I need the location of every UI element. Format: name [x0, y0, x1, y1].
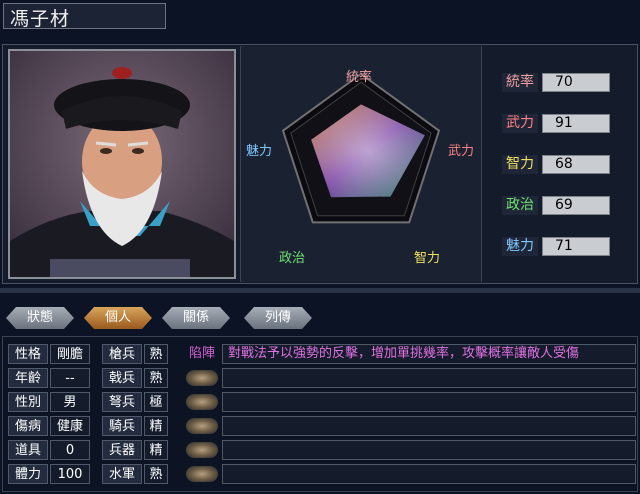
personality-label: 性格: [8, 344, 48, 364]
radar-label-left: 魅力: [246, 144, 273, 159]
age-label: 年齡: [8, 368, 48, 388]
items-value: 0: [50, 440, 90, 460]
radar-label-bottom-right: 智力: [414, 251, 441, 266]
spear-label: 槍兵: [102, 344, 142, 364]
stat-value-charm: 71: [542, 237, 610, 256]
skill-name[interactable]: 陷陣: [184, 344, 220, 364]
stat-value-politics: 69: [542, 196, 610, 215]
stat-label-leadership: 統率: [502, 73, 538, 92]
health-label: 傷病: [8, 416, 48, 436]
personality-value: 剛膽: [50, 344, 90, 364]
tab-relations[interactable]: 關係: [162, 307, 230, 329]
divider: [0, 288, 640, 293]
navy-value: 熟: [144, 464, 168, 484]
health-value: 健康: [50, 416, 90, 436]
stamina-label: 體力: [8, 464, 48, 484]
radar-label-bottom-left: 政治: [279, 251, 306, 266]
tab-status[interactable]: 狀態: [6, 307, 74, 329]
empty-skill-icon: [186, 394, 218, 410]
gender-value: 男: [50, 392, 90, 412]
crossbow-value: 極: [144, 392, 168, 412]
stat-value-leadership: 70: [542, 73, 610, 92]
stamina-value: 100: [50, 464, 90, 484]
spear-value: 熟: [144, 344, 168, 364]
stat-label-politics: 政治: [502, 196, 538, 215]
halberd-label: 戟兵: [102, 368, 142, 388]
radar-label-right: 武力: [448, 144, 475, 159]
tab-biography[interactable]: 列傳: [244, 307, 312, 329]
siege-label: 兵器: [102, 440, 142, 460]
empty-skill-icon: [186, 370, 218, 386]
tab-personal[interactable]: 個人: [84, 307, 152, 329]
crossbow-label: 弩兵: [102, 392, 142, 412]
skill-row-empty: [222, 416, 636, 436]
items-label: 道具: [8, 440, 48, 460]
halberd-value: 熟: [144, 368, 168, 388]
cavalry-label: 騎兵: [102, 416, 142, 436]
stat-value-war: 91: [542, 114, 610, 133]
cavalry-value: 精: [144, 416, 168, 436]
skill-row-empty: [222, 464, 636, 484]
empty-skill-icon: [186, 442, 218, 458]
character-name: 馮子材: [10, 8, 71, 30]
stat-label-intelligence: 智力: [502, 155, 538, 174]
skill-row-empty: [222, 440, 636, 460]
empty-skill-icon: [186, 418, 218, 434]
radar-label-top: 統率: [346, 70, 373, 85]
siege-value: 精: [144, 440, 168, 460]
stat-label-charm: 魅力: [502, 237, 538, 256]
gender-label: 性別: [8, 392, 48, 412]
character-portrait: [8, 49, 236, 279]
skill-description: 對戰法予以強勢的反擊，增加單挑幾率，攻擊概率讓敵人受傷: [228, 346, 580, 361]
age-value: --: [50, 368, 90, 388]
skill-row-empty: [222, 392, 636, 412]
navy-label: 水軍: [102, 464, 142, 484]
stat-value-intelligence: 68: [542, 155, 610, 174]
skill-row-empty: [222, 368, 636, 388]
empty-skill-icon: [186, 466, 218, 482]
stat-label-war: 武力: [502, 114, 538, 133]
